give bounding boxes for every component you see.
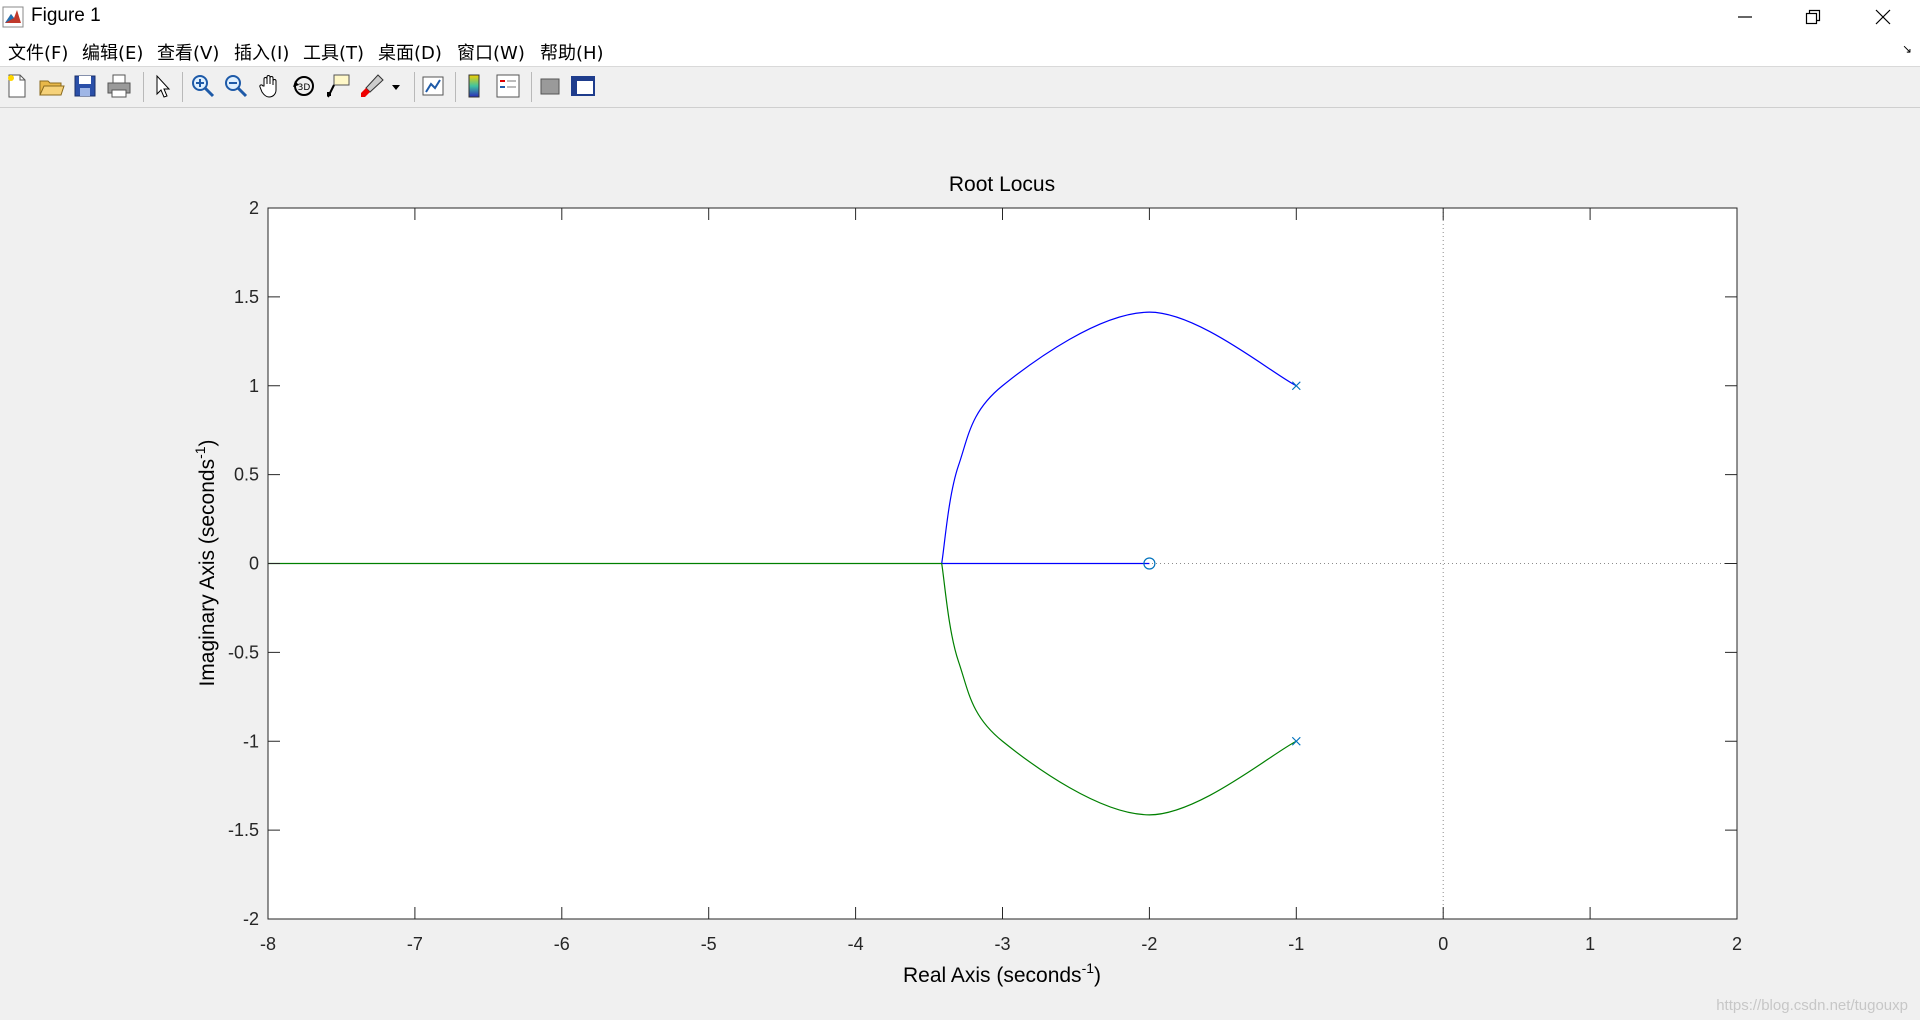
menu-tools[interactable]: 工具(T) <box>303 39 364 65</box>
toolbar: 3D <box>0 67 1920 108</box>
matlab-icon <box>2 6 24 28</box>
close-icon <box>1875 9 1891 25</box>
save-icon[interactable] <box>71 72 99 100</box>
window-title: Figure 1 <box>31 5 101 26</box>
y-axis-label: Imaginary Axis (seconds-1) <box>192 439 219 686</box>
data-cursor-icon[interactable] <box>324 72 352 100</box>
y-axis-label-close: ) <box>196 439 219 446</box>
toolbar-separator <box>414 72 415 102</box>
root-locus-chart: -8 -7 -6 -5 -4 -3 -2 -1 0 1 2 -2 -1.5 -1 -0.5 0 0.5 1 1.5 2… <box>192 173 1742 987</box>
close-button[interactable] <box>1848 0 1918 34</box>
x-tick-label: -4 <box>848 934 864 954</box>
pointer-icon[interactable] <box>148 72 176 100</box>
zoom-out-icon[interactable] <box>222 72 250 100</box>
y-tick-label: 1 <box>249 376 259 396</box>
rotate-3d-icon[interactable]: 3D <box>290 72 318 100</box>
restore-icon <box>1805 9 1821 25</box>
watermark: https://blog.csdn.net/tugouxp <box>1716 997 1908 1014</box>
menu-bar: 文件(F) 编辑(E) 查看(V) 插入(I) 工具(T) 桌面(D) 窗口(W… <box>0 34 1920 67</box>
x-tick-label: -3 <box>994 934 1010 954</box>
toolbar-separator <box>455 72 456 102</box>
minimize-icon <box>1738 16 1752 18</box>
x-axis-label: Real Axis (seconds-1) <box>903 960 1101 987</box>
brush-icon[interactable] <box>358 72 386 100</box>
x-tick-label: 1 <box>1585 934 1595 954</box>
link-plot-icon[interactable] <box>419 72 447 100</box>
y-tick-label: 0.5 <box>234 465 259 485</box>
menu-view[interactable]: 查看(V) <box>157 39 219 65</box>
x-tick-label: -6 <box>554 934 570 954</box>
y-tick-label: 1.5 <box>234 287 259 307</box>
hide-plot-tools-icon[interactable] <box>536 72 564 100</box>
y-axis-label-exponent: -1 <box>192 446 208 459</box>
menu-window[interactable]: 窗口(W) <box>457 39 525 65</box>
y-tick-label: 2 <box>249 198 259 218</box>
x-axis-label-close: ) <box>1094 964 1101 987</box>
y-tick-label: -1.5 <box>228 820 259 840</box>
toolbar-separator <box>182 72 183 102</box>
open-file-icon[interactable] <box>37 72 65 100</box>
chart-title: Root Locus <box>949 173 1055 196</box>
y-tick-label: -1 <box>243 731 259 751</box>
legend-icon[interactable] <box>494 72 522 100</box>
x-tick-label: -8 <box>260 934 276 954</box>
toolbar-separator <box>531 72 532 102</box>
y-tick-label: -2 <box>243 909 259 929</box>
x-tick-label: -2 <box>1141 934 1157 954</box>
menu-insert[interactable]: 插入(I) <box>234 39 289 65</box>
y-axis-label-text: Imaginary Axis (seconds <box>196 459 219 687</box>
x-axis-label-text: Real Axis (seconds <box>903 964 1082 987</box>
print-icon[interactable] <box>105 72 133 100</box>
menu-desktop[interactable]: 桌面(D) <box>378 39 442 65</box>
x-tick-label: 2 <box>1732 934 1742 954</box>
menu-help[interactable]: 帮助(H) <box>540 39 604 65</box>
x-axis-label-exponent: -1 <box>1082 960 1095 976</box>
menu-edit[interactable]: 编辑(E) <box>82 39 143 65</box>
y-tick-label: 0 <box>249 554 259 574</box>
y-tick-label: -0.5 <box>228 642 259 662</box>
menu-file[interactable]: 文件(F) <box>8 39 68 65</box>
minimize-button[interactable] <box>1710 0 1780 34</box>
x-tick-label: -7 <box>407 934 423 954</box>
x-tick-label: -1 <box>1288 934 1304 954</box>
restore-button[interactable] <box>1778 0 1848 34</box>
dock-arrow-icon[interactable]: ↘ <box>1902 42 1912 56</box>
new-figure-icon[interactable] <box>3 72 31 100</box>
x-tick-label: 0 <box>1438 934 1448 954</box>
svg-text:3D: 3D <box>298 83 311 93</box>
title-bar: Figure 1 <box>0 0 1920 34</box>
x-tick-label: -5 <box>701 934 717 954</box>
toolbar-separator <box>143 72 144 102</box>
zoom-in-icon[interactable] <box>189 72 217 100</box>
show-plot-tools-icon[interactable] <box>569 72 597 100</box>
pan-hand-icon[interactable] <box>256 72 284 100</box>
colorbar-icon[interactable] <box>460 72 488 100</box>
brush-dropdown-icon[interactable] <box>389 72 403 100</box>
